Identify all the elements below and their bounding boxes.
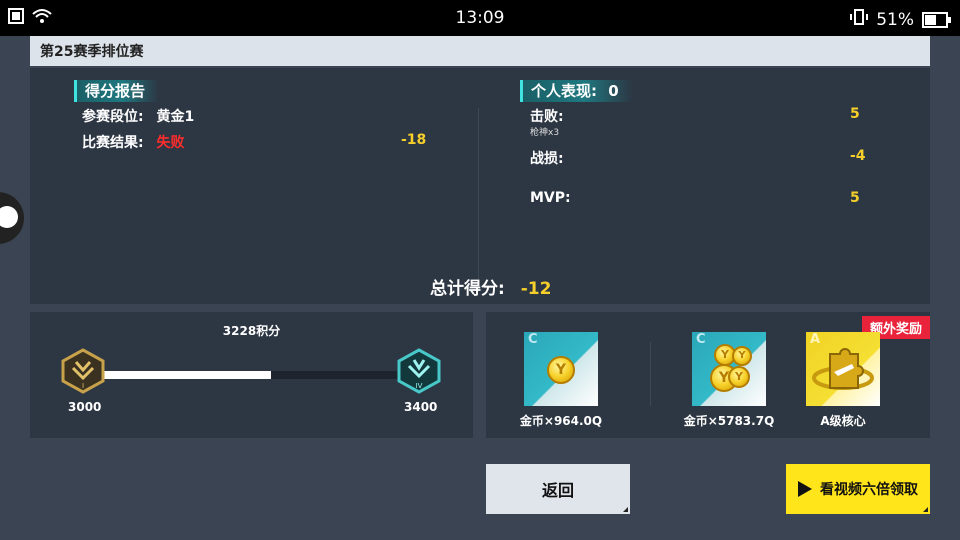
right-badge-numeral: IV: [416, 382, 423, 390]
reward-label-coins-2: 金币×5783.7Q: [683, 414, 775, 428]
rank-row: 参赛段位: 黄金1: [82, 106, 194, 126]
progress-min-label: 3000: [68, 400, 102, 414]
rank-value: 黄金1: [156, 109, 195, 125]
clock: 13:09: [455, 8, 505, 28]
reward-card-core[interactable]: A: [806, 332, 880, 406]
platinum-rank-badge-icon: IV: [396, 348, 442, 394]
reward-card-coins-2[interactable]: C Y Y Y Y: [692, 332, 766, 406]
page-title: 第25赛季排位赛: [30, 36, 930, 66]
handle-dot-icon: [0, 206, 18, 228]
back-button[interactable]: 返回: [486, 464, 630, 514]
score-report-tag: 得分报告: [74, 80, 160, 102]
puzzle-core-icon: [812, 348, 874, 390]
progress-bar: [100, 371, 400, 379]
battery-fill: [925, 14, 937, 25]
reward-label-core: A级核心: [820, 414, 866, 428]
vibrate-icon: [850, 8, 869, 31]
result-value: 失败: [156, 135, 185, 151]
report-panel: 得分报告 参赛段位: 黄金1 比赛结果: 失败 -18 个人表现: 0 击败: …: [30, 68, 930, 304]
progress-max-label: 3400: [404, 400, 438, 414]
reward-label-coins-1: 金币×964.0Q: [519, 414, 603, 428]
gold-rank-badge-icon: I: [60, 348, 106, 394]
total-score: 总计得分: -12: [430, 274, 551, 299]
battery-percent: 51%: [876, 9, 914, 30]
corner-mark: [923, 507, 928, 512]
reward-grade: C: [528, 332, 538, 347]
watch-video-six-times-button[interactable]: 看视频六倍领取: [786, 464, 930, 514]
result-row: 比赛结果: 失败: [82, 132, 184, 152]
personal-tag-label: 个人表现:: [531, 82, 597, 100]
total-label: 总计得分:: [430, 279, 505, 299]
personal-tag-value: 0: [608, 82, 619, 100]
coin-icon: Y: [732, 346, 752, 366]
reward-grade: C: [696, 332, 706, 347]
deaths-value: -4: [850, 148, 866, 164]
mvp-label: MVP:: [530, 190, 571, 206]
coin-icon: Y: [547, 356, 575, 384]
coin-icon: Y: [728, 366, 750, 388]
side-floating-handle[interactable]: [0, 192, 24, 244]
match-result-screen: 第25赛季排位赛 得分报告 参赛段位: 黄金1 比赛结果: 失败 -18 个人表…: [30, 36, 930, 540]
video-button-label: 看视频六倍领取: [820, 482, 918, 498]
panel-divider: [478, 108, 479, 288]
reward-card-coins-1[interactable]: C Y: [524, 332, 598, 406]
reward-divider: [650, 342, 651, 406]
kills-label: 击败:: [530, 109, 564, 125]
points-text: 3228积分: [222, 324, 281, 338]
rank-label: 参赛段位:: [82, 109, 144, 125]
back-button-label: 返回: [541, 481, 574, 500]
status-right: 51%: [850, 8, 951, 31]
deaths-label: 战损:: [530, 151, 564, 167]
battery-icon: [922, 11, 951, 28]
left-badge-numeral: I: [82, 382, 84, 390]
mvp-value: 5: [850, 190, 860, 206]
reward-panel: 额外奖励 C Y 金币×964.0Q C Y Y Y Y 金币×5783.7Q …: [486, 312, 930, 438]
kills-value: 5: [850, 106, 860, 122]
result-label: 比赛结果:: [82, 135, 144, 151]
corner-mark: [623, 507, 628, 512]
personal-tag: 个人表现: 0: [520, 80, 633, 102]
play-icon: [798, 481, 812, 497]
total-value: -12: [520, 279, 552, 299]
rank-progress-panel: 3228积分 I IV 3000 3400: [30, 312, 473, 438]
status-bar: 13:09 51%: [0, 0, 960, 36]
kills-sub: 枪神x3: [530, 128, 560, 138]
progress-bar-fill: [100, 371, 271, 379]
result-points: -18: [401, 132, 427, 148]
